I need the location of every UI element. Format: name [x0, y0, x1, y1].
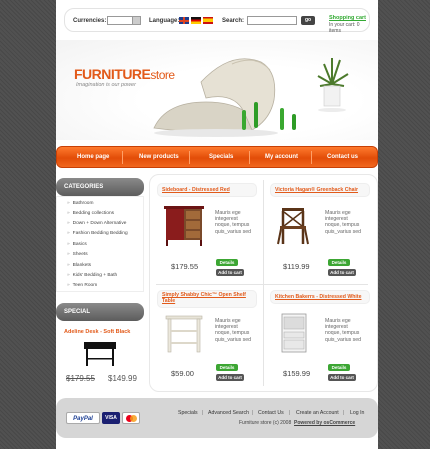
flag-spanish-icon[interactable] — [203, 17, 213, 24]
search-label: Search: — [222, 18, 245, 24]
add-to-cart-button[interactable]: Add to cart — [328, 269, 356, 276]
special-new-price: $149.99 — [108, 374, 137, 383]
special-product-image[interactable] — [80, 338, 120, 368]
category-fashion-bedding[interactable]: Fashion Bedding Bedding — [67, 231, 128, 236]
footer-link-create-account[interactable]: Create an Account — [296, 410, 339, 416]
categories-box: Bathroom Bedding collections Down + Down… — [56, 196, 144, 292]
product-description: Mauris ege integerest noque, tempus quis… — [215, 318, 252, 343]
add-to-cart-button[interactable]: Add to cart — [328, 374, 356, 381]
add-to-cart-button[interactable]: Add to cart — [216, 374, 244, 381]
details-button[interactable]: Details — [328, 259, 350, 266]
footer-link-log-in[interactable]: Log In — [350, 410, 364, 416]
special-product-name[interactable]: Adeline Desk - Soft Black — [64, 329, 130, 335]
category-blankets[interactable]: Blankets — [67, 263, 91, 268]
main-nav: Home page New products Specials My accou… — [56, 146, 378, 168]
powered-by-link[interactable]: Powered by osCommerce — [294, 420, 355, 426]
nav-divider — [189, 151, 190, 164]
mastercard-logo — [122, 412, 140, 424]
grid-vertical-divider — [263, 180, 264, 386]
grid-horizontal-divider — [156, 284, 368, 285]
top-bar: Currencies: Language: Search: go Shoppin… — [64, 8, 370, 34]
nav-my-account[interactable]: My account — [265, 154, 298, 160]
category-bedding-collections[interactable]: Bedding collections — [67, 211, 114, 216]
categories-heading: CATEGORIES — [56, 178, 144, 196]
nav-specials[interactable]: Specials — [209, 154, 233, 160]
category-kids-bedding[interactable]: Kids' Bedding + Bath — [67, 273, 118, 278]
add-to-cart-button[interactable]: Add to cart — [216, 269, 244, 276]
flag-german-icon[interactable] — [191, 17, 201, 24]
product-title-shelf-table[interactable]: Simply Shabby Chic™ Open Shelf Table — [162, 292, 254, 304]
details-button[interactable]: Details — [216, 259, 238, 266]
product-price: $59.00 — [171, 369, 194, 378]
chevron-down-icon — [132, 17, 140, 24]
footer-link-advanced-search[interactable]: Advanced Search — [208, 410, 249, 416]
header-banner: FURNITUREstore Imagination is our power — [56, 40, 378, 140]
category-down[interactable]: Down + Down Alternative — [67, 221, 127, 226]
nav-new-products[interactable]: New products — [139, 154, 179, 160]
product-image-shelf-table[interactable] — [162, 310, 206, 356]
product-image-sideboard[interactable] — [162, 202, 206, 248]
category-basics[interactable]: Basics — [67, 242, 87, 247]
page: Currencies: Language: Search: go Shoppin… — [56, 0, 378, 449]
nav-divider — [122, 151, 123, 164]
footer-separator: | — [252, 410, 254, 416]
product-price: $159.99 — [283, 369, 311, 378]
footer-separator: | — [343, 410, 345, 416]
footer-separator: | — [202, 410, 204, 416]
details-button[interactable]: Details — [216, 364, 238, 371]
footer-link-contact-us[interactable]: Contact Us — [258, 410, 284, 416]
footer-separator: | — [289, 410, 291, 416]
cart-status: In your cart: 0 items — [329, 22, 360, 34]
language-label: Language: — [149, 18, 180, 24]
copyright: Furniture store (c) 2008 Powered by osCo… — [239, 420, 356, 426]
visa-logo: VISA — [102, 412, 120, 424]
product-image-kitchen-bakers[interactable] — [274, 310, 314, 356]
product-price: $119.99 — [283, 262, 310, 271]
category-teen-room[interactable]: Teen Room — [67, 283, 98, 288]
banner-illustration — [153, 58, 349, 137]
currencies-label: Currencies: — [73, 18, 107, 24]
nav-home[interactable]: Home page — [77, 154, 109, 160]
shopping-cart-link[interactable]: Shopping cart — [329, 15, 366, 21]
flag-english-icon[interactable] — [179, 17, 189, 24]
paypal-logo: PayPal — [66, 412, 100, 424]
search-go-button[interactable]: go — [301, 16, 315, 25]
special-old-price: $179.55 — [66, 374, 95, 383]
category-sheets[interactable]: Sheets — [67, 252, 88, 257]
product-title-kitchen-bakers[interactable]: Kitchen Bakerrs - Distressed White — [275, 294, 362, 300]
nav-contact-us[interactable]: Contact us — [327, 154, 358, 160]
product-title-sideboard[interactable]: Sideboard - Distressed Red — [162, 187, 230, 193]
nav-divider — [249, 151, 250, 164]
product-image-chair[interactable] — [274, 202, 314, 248]
currency-select[interactable] — [107, 16, 141, 25]
details-button[interactable]: Details — [328, 364, 350, 371]
special-heading: SPECIAL — [56, 303, 144, 321]
product-price: $179.55 — [171, 262, 199, 271]
product-title-chair[interactable]: Victoria Hagan® Greenback Chair — [275, 187, 358, 193]
footer-link-specials[interactable]: Specials — [178, 410, 198, 416]
category-bathroom[interactable]: Bathroom — [67, 201, 94, 206]
nav-divider — [311, 151, 312, 164]
product-description: Mauris ege integerest noque, tempus quis… — [215, 210, 252, 235]
footer: PayPal VISA Specials | Advanced Search |… — [56, 398, 378, 438]
product-description: Mauris ege integerest noque, tempus quis… — [325, 210, 362, 235]
search-input[interactable] — [247, 16, 297, 25]
product-description: Mauris ege integerest noque, tempus quis… — [325, 318, 362, 343]
